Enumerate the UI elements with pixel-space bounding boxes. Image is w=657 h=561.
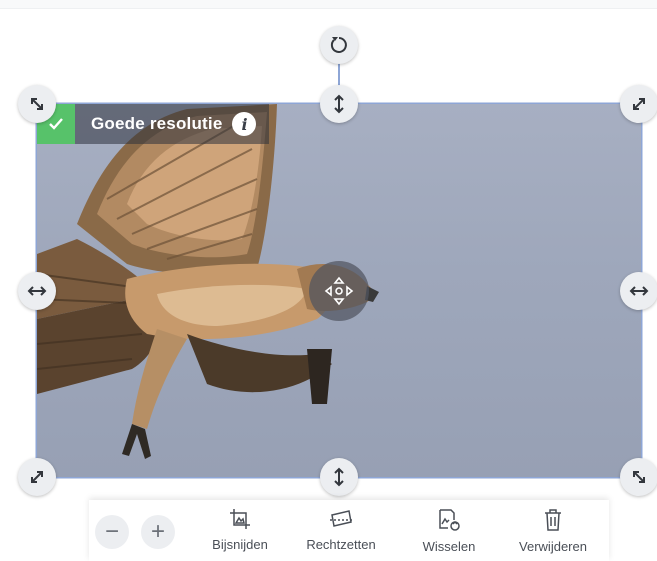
- rotate-icon: [330, 37, 347, 53]
- resolution-badge: Goede resolutie i: [37, 104, 269, 144]
- vertical-resize-icon: [334, 467, 344, 487]
- diagonal-resize-icon: [633, 471, 645, 483]
- resize-handle-top-right[interactable]: [620, 85, 657, 123]
- diagonal-resize-icon: [31, 98, 43, 110]
- horizontal-resize-icon: [629, 286, 649, 296]
- rotate-handle[interactable]: [320, 26, 358, 64]
- straighten-label: Rechtzetten: [306, 537, 376, 552]
- resize-handle-right[interactable]: [620, 272, 657, 310]
- vertical-resize-icon: [334, 94, 344, 114]
- diagonal-resize-icon: [31, 471, 43, 483]
- resize-handle-bottom-left[interactable]: [18, 458, 56, 496]
- resolution-text: Goede resolutie: [91, 114, 223, 133]
- crop-icon: [230, 509, 250, 529]
- swap-button[interactable]: Wisselen: [401, 508, 497, 554]
- rotate-connector: [338, 62, 340, 86]
- image-toolbar: − + Bijsnijden Rechtzetten Wisselen Verw…: [89, 500, 609, 561]
- straighten-button[interactable]: Rechtzetten: [293, 508, 389, 552]
- diagonal-resize-icon: [633, 98, 645, 110]
- straighten-icon: [330, 510, 352, 527]
- top-strip: [0, 0, 657, 9]
- trash-icon: [545, 509, 561, 531]
- crop-button[interactable]: Bijsnijden: [192, 508, 288, 552]
- zoom-in-button[interactable]: +: [141, 515, 175, 549]
- crop-label: Bijsnijden: [212, 537, 268, 552]
- move-icon: [324, 276, 354, 306]
- swap-label: Wisselen: [422, 539, 476, 554]
- delete-button[interactable]: Verwijderen: [505, 508, 601, 554]
- resize-handle-left[interactable]: [18, 272, 56, 310]
- delete-label: Verwijderen: [519, 539, 587, 554]
- move-handle[interactable]: [309, 261, 369, 321]
- resize-handle-bottom[interactable]: [320, 458, 358, 496]
- swap-image-icon: [439, 509, 460, 531]
- horizontal-resize-icon: [27, 286, 47, 296]
- zoom-out-button[interactable]: −: [95, 515, 129, 549]
- info-icon[interactable]: i: [232, 112, 257, 136]
- resize-handle-top-left[interactable]: [18, 85, 56, 123]
- resize-handle-bottom-right[interactable]: [620, 458, 657, 496]
- resize-handle-top[interactable]: [320, 85, 358, 123]
